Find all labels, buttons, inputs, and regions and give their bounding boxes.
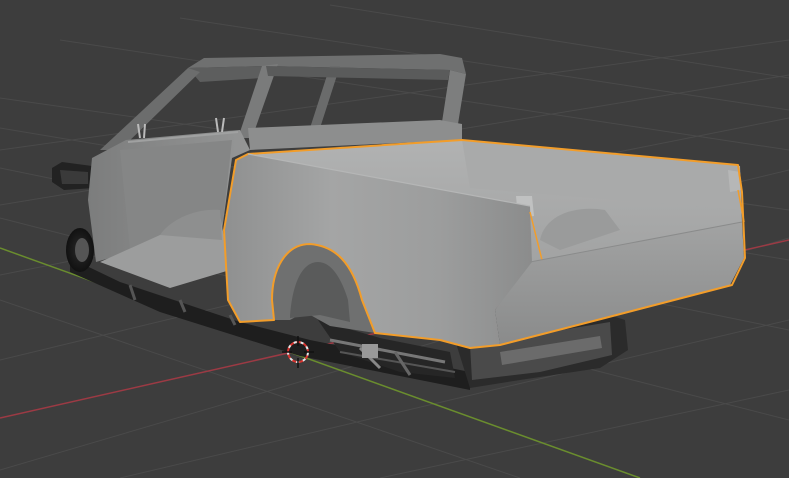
3d-viewport[interactable]	[0, 0, 789, 478]
truck-bed-selected[interactable]	[223, 139, 746, 349]
viewport-canvas[interactable]	[0, 0, 789, 478]
front-wheel	[66, 228, 94, 272]
side-mirror	[52, 162, 94, 190]
